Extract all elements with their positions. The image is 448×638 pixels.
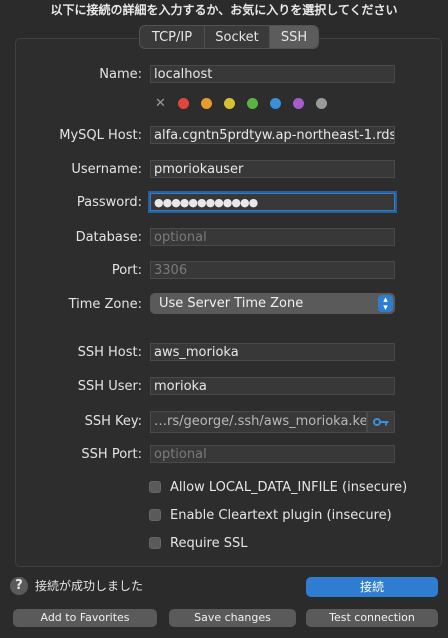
color-swatch-green[interactable] (247, 98, 258, 109)
add-to-favorites-button[interactable]: Add to Favorites (13, 609, 157, 627)
color-swatch-gray[interactable] (316, 98, 327, 109)
allow-local-infile-option[interactable]: Allow LOCAL_DATA_INFILE (insecure) (149, 478, 407, 496)
color-swatch-purple[interactable] (293, 98, 304, 109)
color-swatches: ✕ (155, 97, 327, 110)
enable-cleartext-checkbox[interactable] (149, 509, 161, 521)
time-zone-select[interactable]: Use Server Time Zone ▴ ▾ (150, 293, 395, 314)
save-changes-button[interactable]: Save changes (169, 609, 296, 627)
password-label: Password: (76, 195, 142, 210)
require-ssl-option[interactable]: Require SSL (149, 534, 248, 552)
username-row: Username: pmoriokauser (0, 160, 448, 180)
enable-cleartext-option[interactable]: Enable Cleartext plugin (insecure) (149, 506, 392, 524)
no-color-icon[interactable]: ✕ (155, 97, 166, 110)
ssh-user-field[interactable]: morioka (150, 377, 395, 395)
tab-socket[interactable]: Socket (205, 26, 270, 48)
test-connection-button[interactable]: Test connection (306, 609, 438, 627)
key-icon (373, 418, 389, 426)
ssh-port-label: SSH Port: (81, 447, 142, 462)
connection-status-text: 接続が成功しました (35, 579, 144, 593)
enable-cleartext-label: Enable Cleartext plugin (insecure) (170, 507, 392, 523)
color-swatch-blue[interactable] (270, 98, 281, 109)
ssh-key-row: SSH Key: …rs/george/.ssh/aws_morioka.key (0, 411, 448, 433)
mysql-host-label: MySQL Host: (59, 128, 142, 143)
window-header-title: 以下に接続の詳細を入力するか、お気に入りを選択してください (50, 3, 398, 17)
ssh-key-field[interactable]: …rs/george/.ssh/aws_morioka.key (150, 411, 367, 433)
help-button[interactable]: ? (10, 577, 28, 595)
name-field[interactable]: localhost (150, 65, 395, 83)
chevron-updown-icon: ▴ ▾ (378, 295, 393, 313)
database-row: Database: optional (0, 228, 448, 248)
require-ssl-checkbox[interactable] (149, 537, 161, 549)
color-swatch-yellow[interactable] (224, 98, 235, 109)
mysql-host-row: MySQL Host: alfa.cgntn5prdtyw.ap-northea… (0, 126, 448, 146)
name-label: Name: (99, 67, 142, 82)
time-zone-row: Time Zone: Use Server Time Zone ▴ ▾ (0, 293, 448, 315)
connect-button[interactable]: 接続 (306, 577, 438, 597)
color-swatch-red[interactable] (178, 98, 189, 109)
allow-local-infile-label: Allow LOCAL_DATA_INFILE (insecure) (170, 479, 408, 495)
ssh-host-field[interactable]: aws_morioka (150, 343, 395, 361)
ssh-host-label: SSH Host: (77, 345, 142, 360)
time-zone-value: Use Server Time Zone (159, 296, 304, 311)
ssh-key-label: SSH Key: (84, 414, 142, 429)
ssh-user-label: SSH User: (77, 379, 142, 394)
ssh-port-row: SSH Port: optional (0, 445, 448, 465)
allow-local-infile-checkbox[interactable] (149, 481, 161, 493)
ssh-port-field[interactable]: optional (150, 445, 395, 463)
port-label: Port: (111, 263, 142, 278)
username-label: Username: (71, 162, 142, 177)
name-row: Name: localhost (0, 65, 448, 85)
username-field[interactable]: pmoriokauser (150, 160, 395, 178)
ssh-host-row: SSH Host: aws_morioka (0, 343, 448, 363)
password-field[interactable]: ●●●●●●●●●●●● (150, 193, 395, 211)
time-zone-label: Time Zone: (68, 297, 142, 312)
tab-tcpip[interactable]: TCP/IP (140, 26, 205, 48)
tab-ssh[interactable]: SSH (270, 26, 318, 48)
require-ssl-label: Require SSL (170, 535, 248, 551)
port-field[interactable]: 3306 (150, 261, 395, 279)
database-label: Database: (75, 230, 142, 245)
choose-key-button[interactable] (367, 411, 395, 433)
color-swatch-orange[interactable] (201, 98, 212, 109)
connection-type-tabs: TCP/IP Socket SSH (139, 25, 319, 49)
password-row: Password: ●●●●●●●●●●●● (0, 193, 448, 213)
port-row: Port: 3306 (0, 261, 448, 281)
mysql-host-field[interactable]: alfa.cgntn5prdtyw.ap-northeast-1.rds.ama (150, 126, 395, 144)
ssh-user-row: SSH User: morioka (0, 377, 448, 397)
database-field[interactable]: optional (150, 228, 395, 246)
